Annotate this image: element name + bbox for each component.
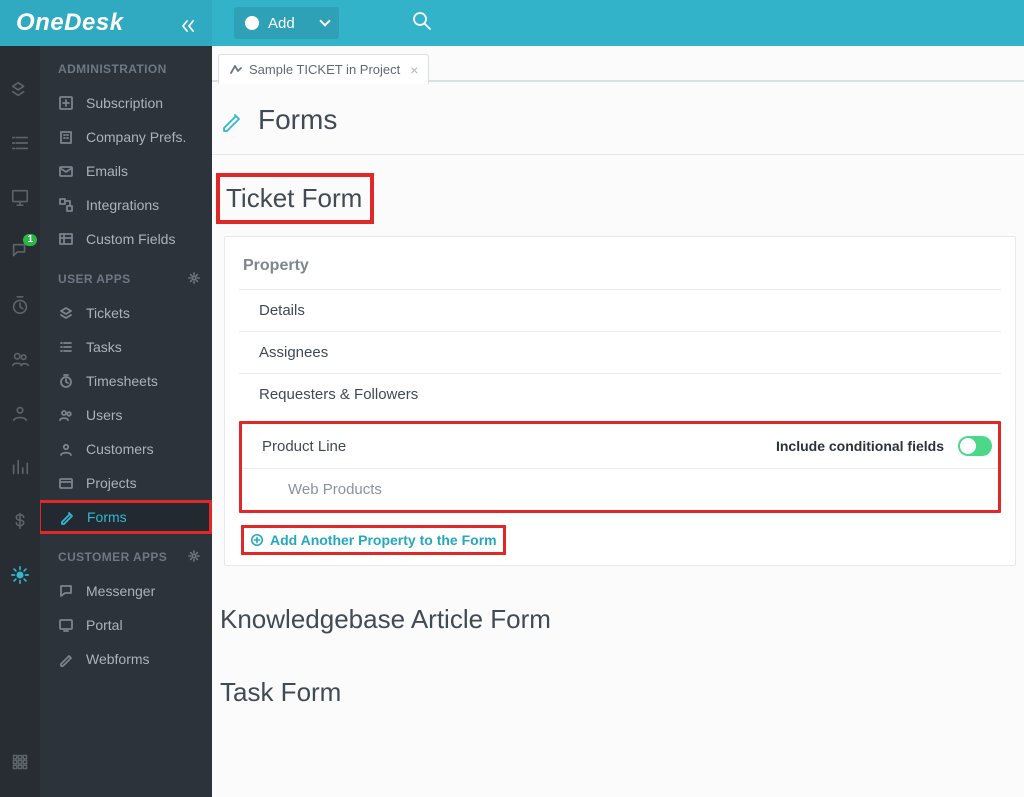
nav-timesheets[interactable]: Timesheets (40, 364, 212, 398)
chat-badge: 1 (23, 234, 37, 246)
rail-tickets-icon[interactable] (9, 78, 31, 100)
nav-label: Messenger (86, 583, 155, 599)
tab-label: Sample TICKET in Project (249, 62, 400, 77)
rail-timer-icon[interactable] (9, 294, 31, 316)
tickets-icon (58, 305, 74, 321)
tabstrip: Sample TICKET in Project × (212, 46, 1024, 82)
page-title: Forms (258, 104, 337, 136)
nav-emails[interactable]: Emails (40, 154, 212, 188)
nav-label: Custom Fields (86, 231, 175, 247)
rail-tasks-icon[interactable] (9, 132, 31, 154)
nav-label: Users (86, 407, 123, 423)
projects-icon (58, 475, 74, 491)
collapse-sidebar-button[interactable] (180, 14, 198, 32)
nav-label: Customers (86, 441, 154, 457)
nav-label: Integrations (86, 197, 159, 213)
messenger-icon (58, 583, 74, 599)
nav-portal[interactable]: Portal (40, 608, 212, 642)
nav-integrations[interactable]: Integrations (40, 188, 212, 222)
tab-sample-ticket[interactable]: Sample TICKET in Project × (218, 54, 429, 84)
rail-customers-icon[interactable] (9, 402, 31, 424)
section-customer-apps: CUSTOMER APPS (40, 534, 212, 574)
nav-label: Webforms (86, 651, 150, 667)
nav-forms[interactable]: Forms (40, 500, 212, 534)
emails-icon (58, 163, 74, 179)
gear-icon[interactable] (188, 550, 200, 565)
property-column-header: Property (239, 251, 1001, 289)
nav-label: Forms (87, 509, 127, 525)
nav-label: Tickets (86, 305, 130, 321)
nav-tickets[interactable]: Tickets (40, 296, 212, 330)
rail-analytics-icon[interactable] (9, 456, 31, 478)
nav-customers[interactable]: Customers (40, 432, 212, 466)
nav-label: Projects (86, 475, 137, 491)
webforms-icon (58, 651, 74, 667)
nav-label: Timesheets (86, 373, 158, 389)
conditional-fields-toggle[interactable] (958, 436, 992, 456)
add-button[interactable]: Add (234, 7, 339, 39)
nav-custom-fields[interactable]: Custom Fields (40, 222, 212, 256)
nav-label: Subscription (86, 95, 163, 111)
section-user-apps: USER APPS (40, 256, 212, 296)
conditional-fields-highlight: Product Line Include conditional fields … (239, 421, 1001, 513)
rail-apps-icon[interactable] (9, 751, 31, 773)
company-icon (58, 129, 74, 145)
rail-settings-icon[interactable] (9, 564, 31, 586)
chevron-down-icon (319, 15, 330, 26)
nav-label: Emails (86, 163, 128, 179)
page-header: Forms (212, 82, 1024, 155)
nav-messenger[interactable]: Messenger (40, 574, 212, 608)
property-row-assignees[interactable]: Assignees (239, 331, 1001, 373)
property-row-web-products[interactable]: Web Products (242, 468, 998, 510)
conditional-fields-label: Include conditional fields (776, 438, 944, 454)
add-button-label: Add (268, 15, 295, 32)
integrations-icon (58, 197, 74, 213)
rail-presentations-icon[interactable] (9, 186, 31, 208)
rail-chat-icon[interactable]: 1 (9, 240, 31, 262)
brand-text: OneDesk (16, 9, 124, 37)
subscription-icon (58, 95, 74, 111)
nav-subscription[interactable]: Subscription (40, 86, 212, 120)
tasks-icon (58, 339, 74, 355)
main-area: Sample TICKET in Project × Forms Ticket … (212, 46, 1024, 797)
search-button[interactable] (411, 10, 433, 37)
customers-icon (58, 441, 74, 457)
users-icon (58, 407, 74, 423)
task-form-heading: Task Form (220, 671, 1024, 714)
nav-label: Portal (86, 617, 123, 633)
ticket-form-heading: Ticket Form (216, 173, 374, 224)
nav-webforms[interactable]: Webforms (40, 642, 212, 676)
close-icon[interactable]: × (410, 62, 418, 78)
topbar: OneDesk Add (0, 0, 1024, 46)
brand-logo: OneDesk (0, 0, 212, 46)
nav-projects[interactable]: Projects (40, 466, 212, 500)
ticket-form-card: Property Details Assignees Requesters & … (224, 236, 1016, 566)
section-admin: ADMINISTRATION (40, 46, 212, 86)
property-row-product-line[interactable]: Product Line Include conditional fields (242, 424, 998, 468)
icon-rail: 1 (0, 46, 40, 797)
portal-icon (58, 617, 74, 633)
nav-label: Tasks (86, 339, 122, 355)
gear-icon[interactable] (188, 272, 200, 287)
nav-users[interactable]: Users (40, 398, 212, 432)
forms-icon (59, 509, 75, 525)
timesheets-icon (58, 373, 74, 389)
nav-label: Company Prefs. (86, 129, 186, 145)
nav-tasks[interactable]: Tasks (40, 330, 212, 364)
rail-finance-icon[interactable] (9, 510, 31, 532)
add-property-link[interactable]: Add Another Property to the Form (241, 525, 506, 555)
rail-users-icon[interactable] (9, 348, 31, 370)
kb-form-heading: Knowledgebase Article Form (220, 598, 1024, 641)
nav-company-prefs[interactable]: Company Prefs. (40, 120, 212, 154)
sidebar: ADMINISTRATION Subscription Company Pref… (40, 46, 212, 797)
property-row-requesters[interactable]: Requesters & Followers (239, 373, 1001, 415)
custom-fields-icon (58, 231, 74, 247)
property-row-details[interactable]: Details (239, 289, 1001, 331)
